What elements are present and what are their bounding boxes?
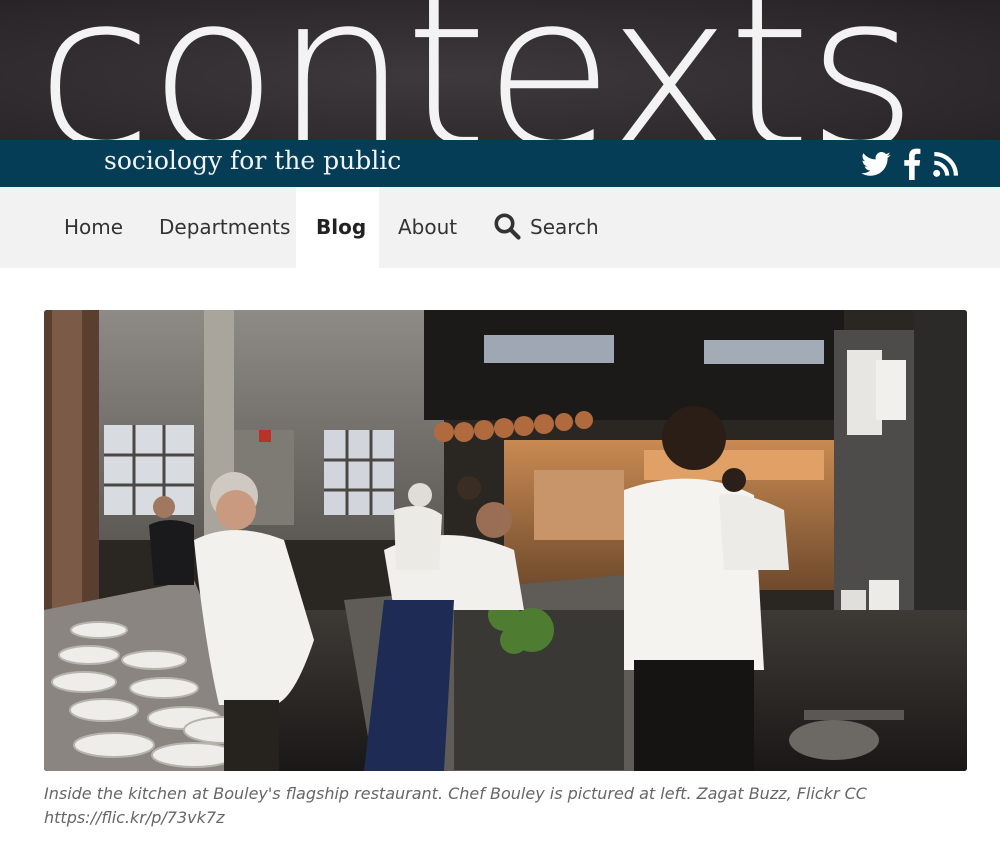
site-tagline: sociology for the public [104, 146, 402, 175]
nav-item-about[interactable]: About [398, 187, 457, 268]
nav-item-search[interactable]: Search [530, 187, 599, 268]
kitchen-photo [44, 310, 967, 771]
tagline-bar: sociology for the public [0, 140, 1000, 187]
twitter-icon[interactable] [860, 148, 892, 180]
rss-icon[interactable] [932, 148, 960, 180]
nav-item-home[interactable]: Home [64, 187, 123, 268]
search-icon[interactable] [493, 212, 521, 240]
site-masthead: contexts [0, 0, 1000, 140]
facebook-icon[interactable] [901, 148, 923, 180]
photo-caption: Inside the kitchen at Bouley's flagship … [44, 784, 867, 827]
main-nav: Home Departments Blog About Search [0, 187, 1000, 268]
nav-item-blog[interactable]: Blog [296, 187, 379, 268]
site-logo[interactable]: contexts [36, 0, 917, 140]
nav-item-departments[interactable]: Departments [159, 187, 290, 268]
social-links [860, 148, 960, 180]
